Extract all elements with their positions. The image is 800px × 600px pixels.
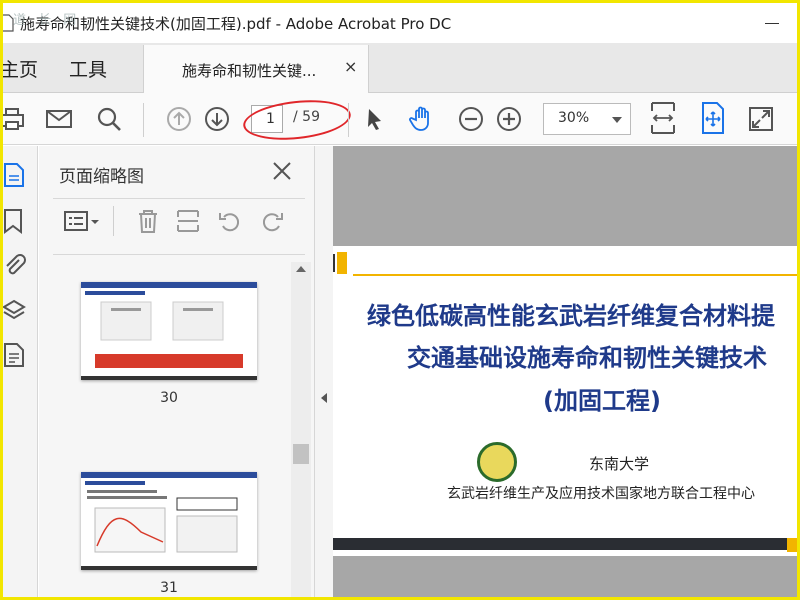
slide-title-line-1: 绿色低碳高性能玄武岩纤维复合材料提 bbox=[367, 302, 775, 330]
tab-bar: 主页 工具 施寿命和韧性关键... × bbox=[3, 43, 797, 93]
page-decoration bbox=[337, 252, 347, 274]
email-icon[interactable] bbox=[45, 105, 73, 133]
watermark-text: 道 长 网 bbox=[13, 13, 81, 28]
rotate-clockwise-icon[interactable] bbox=[259, 208, 285, 234]
slide-title-line-3: (加固工程) bbox=[543, 387, 661, 415]
window-title: 施寿命和韧性关键技术(加固工程).pdf - Adobe Acrobat Pro… bbox=[20, 14, 452, 33]
page-footer-bar bbox=[333, 538, 797, 550]
extract-pages-icon[interactable] bbox=[175, 208, 201, 234]
red-annotation-circle bbox=[241, 95, 353, 145]
previous-page-icon[interactable] bbox=[165, 105, 193, 133]
toolbar-separator bbox=[348, 103, 349, 137]
print-icon[interactable] bbox=[3, 105, 27, 133]
zoom-in-icon[interactable] bbox=[495, 105, 523, 133]
thumbnail-page-31-number: 31 bbox=[160, 580, 178, 596]
thumbnail-options-icon[interactable] bbox=[63, 208, 101, 234]
chevron-down-icon bbox=[612, 117, 622, 123]
document-page: 绿色低碳高性能玄武岩纤维复合材料提 交通基础设施寿命和韧性关键技术 (加固工程)… bbox=[333, 246, 797, 556]
panel-collapse-handle[interactable] bbox=[315, 146, 333, 597]
university-seal-logo bbox=[477, 442, 517, 482]
thumbnail-page-31-image bbox=[81, 472, 257, 570]
acrobat-window: 施寿命和韧性关键技术(加固工程).pdf - Adobe Acrobat Pro… bbox=[3, 3, 797, 597]
close-icon[interactable] bbox=[271, 160, 293, 182]
page-decoration bbox=[787, 538, 797, 552]
layers-icon[interactable] bbox=[3, 298, 27, 324]
document-tab-label: 施寿命和韧性关键... bbox=[182, 62, 317, 80]
zoom-out-icon[interactable] bbox=[457, 105, 485, 133]
document-properties-icon[interactable] bbox=[3, 342, 27, 368]
page-decoration bbox=[353, 274, 797, 276]
trash-icon[interactable] bbox=[135, 208, 161, 234]
collapse-arrow-icon bbox=[321, 393, 327, 403]
toolbar-separator bbox=[143, 103, 144, 137]
bookmark-icon[interactable] bbox=[3, 208, 27, 234]
page-thumbnails-panel: 页面缩略图 30 31 bbox=[39, 146, 315, 597]
panel-separator bbox=[113, 206, 114, 236]
document-viewer[interactable]: 绿色低碳高性能玄武岩纤维复合材料提 交通基础设施寿命和韧性关键技术 (加固工程)… bbox=[333, 146, 797, 597]
panel-divider bbox=[53, 254, 305, 255]
rotate-counterclockwise-icon[interactable] bbox=[217, 208, 243, 234]
scroll-up-arrow-icon[interactable] bbox=[296, 266, 306, 272]
organization-center-name: 玄武岩纤维生产及应用技术国家地方联合工程中心 bbox=[447, 486, 755, 502]
menu-tools[interactable]: 工具 bbox=[69, 55, 107, 82]
fullscreen-icon[interactable] bbox=[747, 105, 775, 133]
thumbnail-page-30-image bbox=[81, 282, 257, 380]
hand-tool-icon[interactable] bbox=[408, 105, 436, 133]
thumbnail-page-30-number: 30 bbox=[160, 390, 178, 406]
document-tab[interactable]: 施寿命和韧性关键... × bbox=[143, 45, 369, 93]
menu-home[interactable]: 主页 bbox=[3, 55, 38, 82]
panel-title: 页面缩略图 bbox=[59, 167, 144, 187]
scrollbar-thumb[interactable] bbox=[293, 444, 309, 464]
page-decoration bbox=[333, 254, 335, 272]
fit-page-icon[interactable] bbox=[699, 101, 727, 135]
main-toolbar: 1 / 59 30% bbox=[3, 93, 797, 145]
fit-width-icon[interactable] bbox=[649, 101, 677, 135]
page-thumbnails-icon[interactable] bbox=[3, 162, 27, 188]
organization-name: 东南大学 bbox=[589, 455, 650, 473]
search-icon[interactable] bbox=[95, 105, 123, 133]
attachment-icon[interactable] bbox=[3, 252, 27, 278]
title-bar: 施寿命和韧性关键技术(加固工程).pdf - Adobe Acrobat Pro… bbox=[3, 3, 797, 43]
next-page-icon[interactable] bbox=[203, 105, 231, 133]
minimize-button[interactable] bbox=[759, 13, 785, 33]
thumbnail-scrollbar[interactable] bbox=[291, 262, 311, 597]
zoom-dropdown[interactable]: 30% bbox=[543, 103, 631, 135]
panel-divider bbox=[53, 198, 305, 199]
thumbnail-page-31[interactable] bbox=[81, 472, 257, 570]
thumbnail-page-30[interactable] bbox=[81, 282, 257, 380]
tab-close-button[interactable]: × bbox=[344, 57, 357, 76]
select-cursor-icon[interactable] bbox=[361, 105, 389, 133]
zoom-value: 30% bbox=[558, 110, 590, 126]
slide-title-line-2: 交通基础设施寿命和韧性关键技术 bbox=[407, 344, 767, 372]
navigation-rail bbox=[3, 146, 38, 597]
